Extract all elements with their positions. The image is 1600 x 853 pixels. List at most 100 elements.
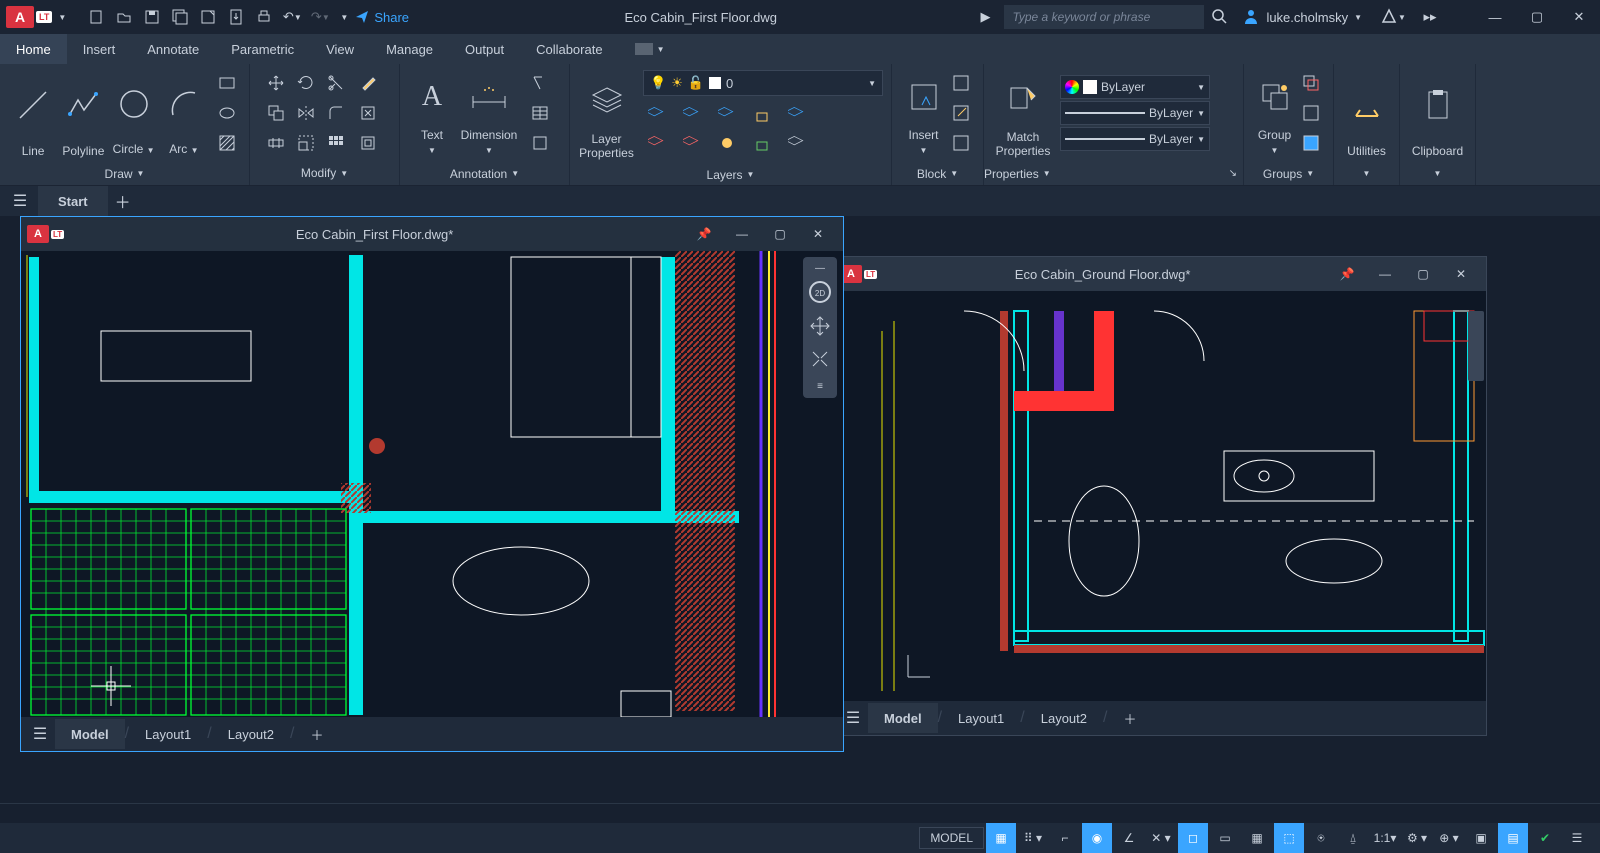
leader-icon[interactable]: [526, 69, 554, 97]
doc2-pin-icon[interactable]: 📌: [1328, 267, 1366, 281]
layer-on-icon[interactable]: [643, 129, 671, 157]
status-clean-screen-icon[interactable]: ✔: [1530, 823, 1560, 853]
close-button[interactable]: ✕: [1558, 0, 1600, 34]
app-logo[interactable]: A: [6, 6, 34, 28]
overflow-icon[interactable]: ▸▸: [1419, 6, 1441, 28]
doc2-tab-layout1[interactable]: Layout1: [942, 703, 1020, 733]
status-scale-button[interactable]: 1:1 ▾: [1370, 823, 1400, 853]
save-web-icon[interactable]: [225, 6, 247, 28]
text-button[interactable]: A Text▼: [408, 68, 456, 158]
doc2-scrollbar[interactable]: [1468, 311, 1484, 381]
tab-collaborate[interactable]: Collaborate: [520, 34, 619, 64]
status-gear-icon[interactable]: ⚙ ▾: [1402, 823, 1432, 853]
scale-icon[interactable]: [292, 129, 320, 157]
dimension-button[interactable]: Dimension▼: [456, 68, 522, 158]
ungroup-icon[interactable]: [1297, 69, 1325, 97]
maximize-button[interactable]: ▢: [1516, 0, 1558, 34]
doc2-maximize-button[interactable]: ▢: [1404, 267, 1442, 281]
layer-lock-tool-icon[interactable]: [748, 100, 776, 128]
doc1-tab-model[interactable]: Model: [55, 719, 125, 749]
doc1-titlebar[interactable]: ALT Eco Cabin_First Floor.dwg* 📌 — ▢ ✕: [21, 217, 843, 251]
status-grid-icon[interactable]: ▦: [986, 823, 1016, 853]
line-button[interactable]: Line: [8, 68, 58, 158]
status-osnap-icon[interactable]: ◻: [1178, 823, 1208, 853]
rectangle-icon[interactable]: [213, 69, 241, 97]
trim-icon[interactable]: [322, 69, 350, 97]
status-selection-cycling-icon[interactable]: ⬚: [1274, 823, 1304, 853]
group-button[interactable]: Group▼: [1252, 68, 1297, 158]
clipboard-button[interactable]: Clipboard: [1410, 68, 1466, 158]
fillet-icon[interactable]: [322, 99, 350, 127]
autodesk-app-icon[interactable]: ▼: [1373, 6, 1413, 28]
layer-dropdown[interactable]: 💡 ☀ 🔓 0 ▼: [643, 70, 883, 96]
doc2-titlebar[interactable]: ALT Eco Cabin_Ground Floor.dwg* 📌 — ▢ ✕: [834, 257, 1486, 291]
tab-parametric[interactable]: Parametric: [215, 34, 310, 64]
user-menu[interactable]: luke.cholmsky ▼: [1242, 7, 1362, 28]
new-tab-button[interactable]: ＋: [108, 189, 138, 213]
command-line[interactable]: [0, 803, 1600, 823]
tab-output[interactable]: Output: [449, 34, 520, 64]
minimize-button[interactable]: —: [1474, 0, 1516, 34]
doc2-new-layout-button[interactable]: ＋: [1107, 703, 1152, 733]
tab-manage[interactable]: Manage: [370, 34, 449, 64]
doc2-minimize-button[interactable]: —: [1366, 267, 1404, 281]
create-block-icon[interactable]: [947, 69, 975, 97]
edit-attr-icon[interactable]: [947, 129, 975, 157]
status-transparency-icon[interactable]: ▦: [1242, 823, 1272, 853]
save-icon[interactable]: [141, 6, 163, 28]
nav-zoom-extents-icon[interactable]: [809, 348, 831, 375]
ellipse-icon[interactable]: [213, 99, 241, 127]
tab-home[interactable]: Home: [0, 34, 67, 64]
status-units-icon[interactable]: ⊕ ▾: [1434, 823, 1464, 853]
status-customize-icon[interactable]: ☰: [1562, 823, 1592, 853]
status-quickprops-icon[interactable]: ▣: [1466, 823, 1496, 853]
nav-wheel-icon[interactable]: 2D: [808, 280, 832, 309]
status-osnap-tracking-icon[interactable]: ✕ ▾: [1146, 823, 1176, 853]
start-tab[interactable]: Start: [38, 186, 108, 216]
status-hardware-accel-icon[interactable]: ▤: [1498, 823, 1528, 853]
layer-uniso-icon[interactable]: [678, 129, 706, 157]
group-edit-icon[interactable]: [1297, 99, 1325, 127]
nav-menu-icon[interactable]: ≡: [817, 381, 823, 392]
copy-icon[interactable]: [262, 99, 290, 127]
linetype-dropdown[interactable]: ByLayer ▼: [1060, 127, 1210, 151]
status-isodraft-icon[interactable]: ∠: [1114, 823, 1144, 853]
print-icon[interactable]: [253, 6, 275, 28]
utilities-button[interactable]: Utilities: [1342, 68, 1391, 158]
tab-view[interactable]: View: [310, 34, 370, 64]
search-icon[interactable]: [1204, 8, 1234, 27]
layer-off-icon[interactable]: [643, 100, 671, 128]
color-dropdown[interactable]: ByLayer ▼: [1060, 75, 1210, 99]
layer-properties-button[interactable]: Layer Properties: [578, 70, 635, 160]
offset-icon[interactable]: [354, 129, 382, 157]
layer-make-current-icon[interactable]: [783, 100, 811, 128]
polyline-button[interactable]: Polyline: [58, 68, 108, 158]
group-bbox-icon[interactable]: [1297, 129, 1325, 157]
status-snap-icon[interactable]: ⠿ ▾: [1018, 823, 1048, 853]
save-all-icon[interactable]: [169, 6, 191, 28]
hamburger-icon[interactable]: ☰: [6, 191, 34, 211]
doc1-minimize-button[interactable]: —: [723, 227, 761, 241]
doc1-tabs-menu-icon[interactable]: ☰: [25, 724, 55, 744]
doc1-pin-icon[interactable]: 📌: [685, 227, 723, 241]
doc1-close-button[interactable]: ✕: [799, 227, 837, 241]
app-menu-dropdown[interactable]: ▼: [56, 13, 68, 22]
new-icon[interactable]: [85, 6, 107, 28]
qat-dropdown[interactable]: ▼: [338, 13, 350, 22]
status-lineweight-icon[interactable]: ▭: [1210, 823, 1240, 853]
status-polar-icon[interactable]: ◉: [1082, 823, 1112, 853]
circle-button[interactable]: Circle ▼: [109, 68, 159, 158]
doc1-tab-layout2[interactable]: Layout2: [212, 719, 290, 749]
doc2-canvas[interactable]: [834, 291, 1486, 701]
status-annotation-scale-icon[interactable]: ⍙: [1338, 823, 1368, 853]
search-input[interactable]: [1004, 5, 1204, 29]
doc2-tab-layout2[interactable]: Layout2: [1025, 703, 1103, 733]
layer-match-icon[interactable]: [783, 129, 811, 157]
tab-insert[interactable]: Insert: [67, 34, 132, 64]
tab-featured-apps[interactable]: ▼: [619, 34, 681, 64]
navigation-bar[interactable]: — 2D ≡: [803, 257, 837, 398]
centerline-icon[interactable]: [526, 129, 554, 157]
erase-icon[interactable]: [354, 69, 382, 97]
open-icon[interactable]: [113, 6, 135, 28]
status-ortho-icon[interactable]: ⌐: [1050, 823, 1080, 853]
